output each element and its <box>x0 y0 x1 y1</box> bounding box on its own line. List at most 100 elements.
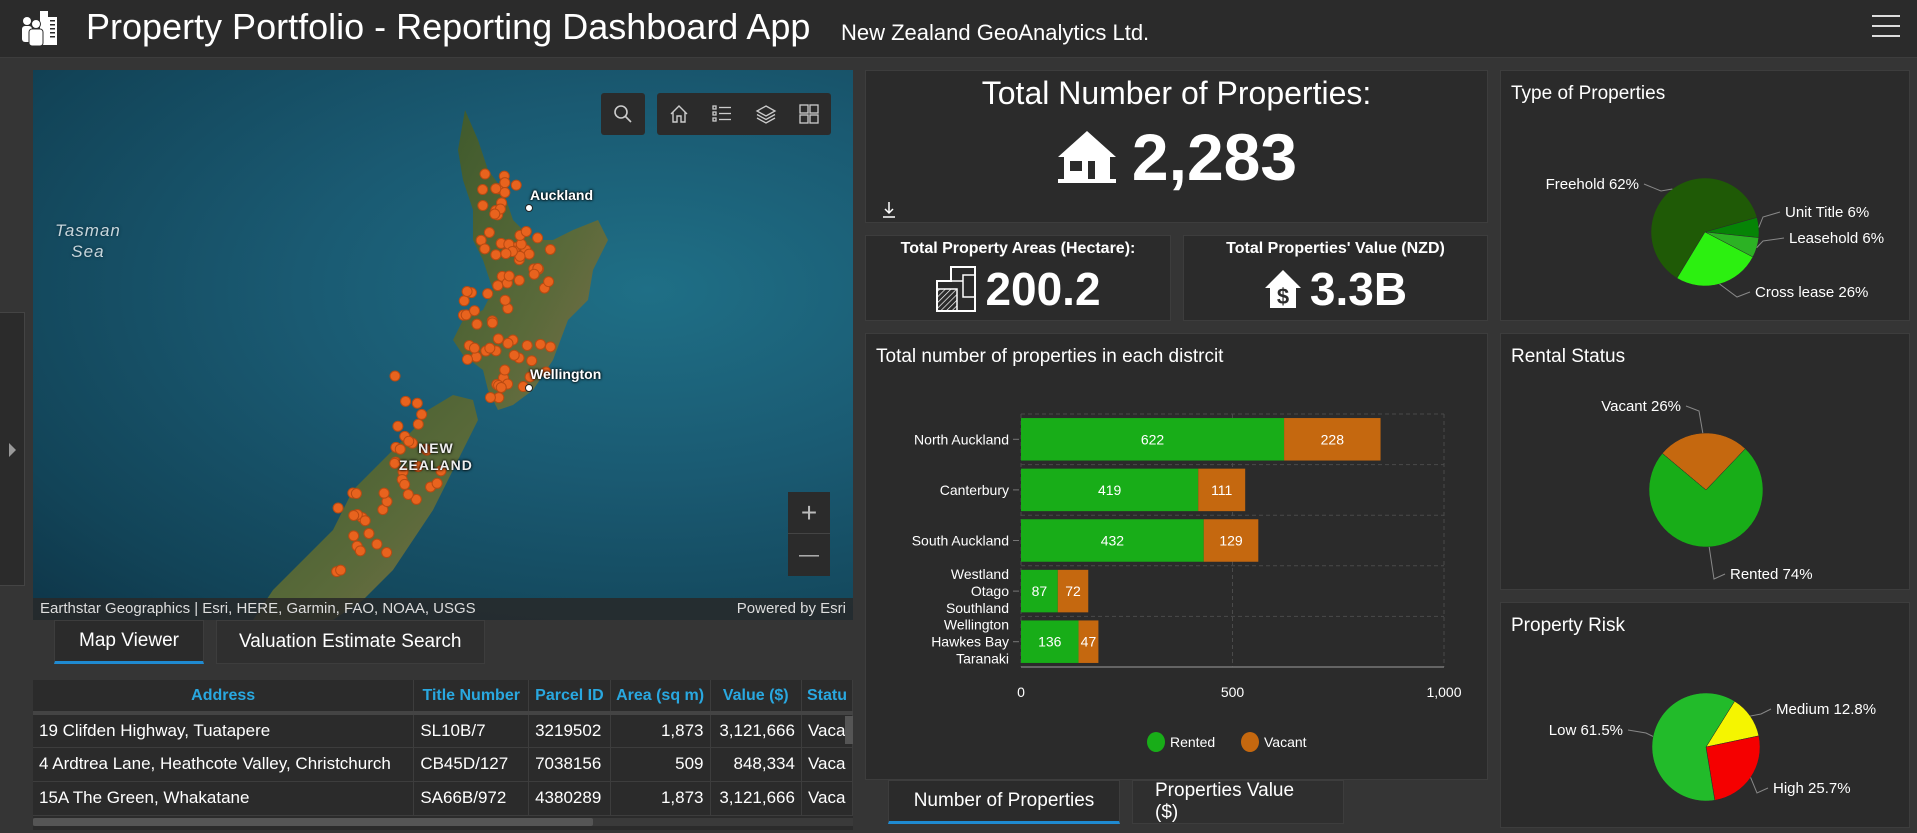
property-marker[interactable] <box>389 370 401 382</box>
property-marker[interactable] <box>520 225 532 237</box>
property-marker[interactable] <box>482 288 494 300</box>
property-marker[interactable] <box>486 317 498 329</box>
map-view[interactable]: Tasman Sea NEW ZEALAND Auckland Wellingt… <box>33 70 853 620</box>
property-marker[interactable] <box>492 333 504 345</box>
property-marker[interactable] <box>469 305 481 317</box>
property-marker[interactable] <box>510 179 522 191</box>
property-marker[interactable] <box>416 408 428 420</box>
property-marker[interactable] <box>458 295 470 307</box>
layers-icon[interactable] <box>744 93 788 135</box>
property-marker[interactable] <box>521 339 533 351</box>
column-header-address[interactable]: Address <box>33 680 415 715</box>
property-marker[interactable] <box>363 527 375 539</box>
y-category-label: Westland <box>951 566 1009 582</box>
column-header-parcel-id[interactable]: Parcel ID <box>528 680 611 715</box>
property-marker[interactable] <box>399 478 411 490</box>
property-marker[interactable] <box>468 342 480 354</box>
cell-area: 1,873 <box>610 713 711 748</box>
property-marker[interactable] <box>483 227 495 239</box>
left-tab-bar: Map Viewer Valuation Estimate Search <box>54 620 485 664</box>
property-marker[interactable] <box>359 515 371 527</box>
property-marker[interactable] <box>544 243 556 255</box>
property-marker[interactable] <box>471 318 483 330</box>
table-row[interactable]: 19 Clifden Highway, Tuatapere SL10B/7 32… <box>33 713 853 748</box>
search-icon[interactable] <box>601 93 645 135</box>
download-icon[interactable] <box>882 201 896 219</box>
column-header-area[interactable]: Area (sq m) <box>610 680 711 715</box>
property-marker[interactable] <box>499 177 511 189</box>
property-marker[interactable] <box>392 420 404 432</box>
property-marker[interactable] <box>412 418 424 430</box>
property-marker[interactable] <box>495 381 507 393</box>
property-marker[interactable] <box>479 243 491 255</box>
property-marker[interactable] <box>348 509 360 521</box>
tab-number-of-properties[interactable]: Number of Properties <box>888 780 1120 824</box>
side-panel-expander[interactable] <box>0 312 25 586</box>
property-marker[interactable] <box>461 285 473 297</box>
property-marker[interactable] <box>400 395 412 407</box>
property-marker[interactable] <box>523 248 535 260</box>
tab-map-viewer[interactable]: Map Viewer <box>54 620 204 664</box>
zoom-in-button[interactable]: + <box>788 492 830 534</box>
property-marker[interactable] <box>492 280 504 292</box>
property-marker[interactable] <box>500 248 512 260</box>
property-marker[interactable] <box>479 168 491 180</box>
property-marker[interactable] <box>528 268 540 280</box>
property-marker[interactable] <box>513 274 525 286</box>
hamburger-menu-icon[interactable] <box>1872 15 1900 41</box>
property-marker[interactable] <box>354 545 366 557</box>
property-marker[interactable] <box>371 538 383 550</box>
property-marker[interactable] <box>499 294 511 306</box>
property-marker[interactable] <box>499 186 511 198</box>
property-marker[interactable] <box>378 487 390 499</box>
column-header-status[interactable]: Statu <box>801 680 853 715</box>
pie-label: Freehold 62% <box>1546 176 1639 193</box>
property-marker[interactable] <box>484 342 496 354</box>
cell-address: 4 Ardtrea Lane, Heathcote Valley, Christ… <box>33 747 415 782</box>
property-marker[interactable] <box>489 208 501 220</box>
bar-data-label: 87 <box>1032 583 1048 599</box>
property-marker[interactable] <box>508 349 520 361</box>
legend-list-icon[interactable] <box>701 93 745 135</box>
tab-properties-value[interactable]: Properties Value ($) <box>1132 780 1344 824</box>
property-marker[interactable] <box>490 183 502 195</box>
table-row[interactable]: 15A The Green, Whakatane SA66B/972 43802… <box>33 781 853 816</box>
kpi-value-row: 2,283 <box>866 119 1487 195</box>
property-marker[interactable] <box>534 338 546 350</box>
district-chart-panel: Total number of properties in each distr… <box>865 333 1488 780</box>
property-marker[interactable] <box>381 547 393 559</box>
tab-valuation-estimate-search[interactable]: Valuation Estimate Search <box>216 620 485 664</box>
property-marker[interactable] <box>532 232 544 244</box>
table-horizontal-scrollbar[interactable] <box>33 818 853 826</box>
property-marker[interactable] <box>335 564 347 576</box>
column-header-value[interactable]: Value ($) <box>710 680 802 715</box>
property-marker[interactable] <box>350 488 362 500</box>
pie-leader-line <box>1756 237 1785 248</box>
property-marker[interactable] <box>348 530 360 542</box>
property-marker[interactable] <box>499 364 511 376</box>
table-row[interactable]: 4 Ardtrea Lane, Heathcote Valley, Christ… <box>33 747 853 782</box>
property-marker[interactable] <box>477 184 489 196</box>
zoom-out-button[interactable]: — <box>788 534 830 576</box>
property-marker[interactable] <box>503 270 515 282</box>
home-icon[interactable] <box>657 93 701 135</box>
property-marker[interactable] <box>544 341 556 353</box>
chart-tab-bar: Number of Properties Properties Value ($… <box>888 780 1344 824</box>
property-marker[interactable] <box>490 249 502 261</box>
property-marker[interactable] <box>411 397 423 409</box>
property-marker[interactable] <box>502 337 514 349</box>
table-vertical-scrollbar[interactable] <box>845 716 853 816</box>
property-marker[interactable] <box>461 353 473 365</box>
pie-leader-line <box>1758 211 1781 228</box>
property-marker[interactable] <box>332 502 344 514</box>
property-marker[interactable] <box>484 391 496 403</box>
property-marker[interactable] <box>402 488 414 500</box>
cell-parcel-id: 3219502 <box>528 713 611 748</box>
property-marker[interactable] <box>526 355 538 367</box>
powered-by-link[interactable]: Powered by Esri <box>737 600 846 618</box>
property-marker[interactable] <box>431 477 443 489</box>
property-marker[interactable] <box>477 200 489 212</box>
property-marker[interactable] <box>543 276 555 288</box>
basemap-gallery-icon[interactable] <box>788 93 832 135</box>
column-header-title-number[interactable]: Title Number <box>413 680 530 715</box>
